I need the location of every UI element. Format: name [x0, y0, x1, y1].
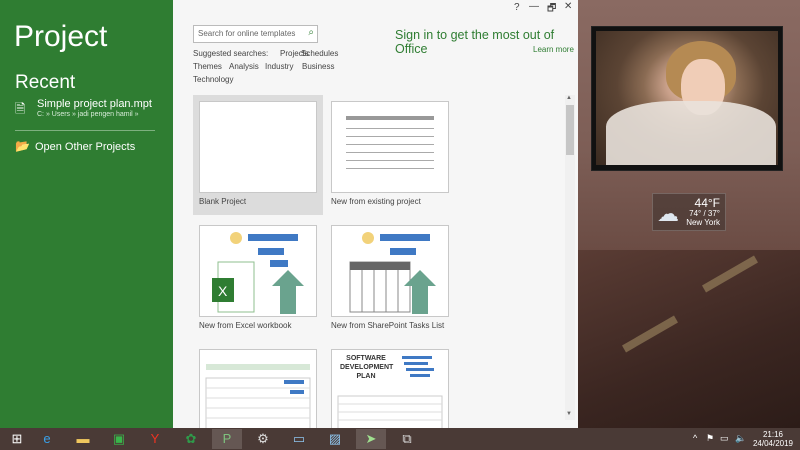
suggested-link-analysis[interactable]: Analysis [229, 62, 259, 71]
bride-photo [596, 31, 778, 165]
learn-more-link[interactable]: Learn more [533, 45, 574, 54]
project-taskbar-icon[interactable]: P [212, 429, 242, 449]
photo-veil [606, 101, 776, 165]
backstage-main: ? — 🗗 ✕ Search for online templates ⌕ Su… [173, 0, 578, 428]
open-other-projects-button[interactable]: 📂 Open Other Projects [15, 139, 135, 153]
gantt-table-icon [205, 364, 311, 428]
template-search-input[interactable]: Search for online templates ⌕ [193, 25, 318, 43]
yandex-browser-icon[interactable]: Y [140, 429, 170, 449]
divider [15, 130, 155, 131]
clock-date: 24/04/2019 [752, 439, 794, 448]
scroll-thumb[interactable] [566, 105, 574, 155]
template-thumbnail [331, 225, 449, 317]
weather-city: New York [686, 218, 720, 227]
search-placeholder: Search for online templates [198, 29, 296, 38]
project-window: Project Recent 🗎 Simple project plan.mpt… [0, 0, 578, 428]
suggested-link-themes[interactable]: Themes [193, 62, 222, 71]
template-label: New from Excel workbook [199, 321, 292, 330]
store-icon[interactable]: ▣ [104, 429, 134, 449]
network-icon[interactable]: ▭ [720, 433, 729, 444]
taskbar: ⊞ e ▬ ▣ Y ✿ P ⚙ ▭ ▨ ➤ ⧉ ^ ⚑ ▭ 🔈 21:16 24… [0, 428, 800, 450]
template-thumbnail: X [199, 225, 317, 317]
template-thumbnail [199, 101, 317, 193]
sharepoint-import-icon [349, 232, 436, 314]
file-explorer-icon[interactable]: ▬ [68, 429, 98, 449]
template-thumbnail [331, 101, 449, 193]
template-blank-project[interactable]: Blank Project [193, 95, 323, 215]
recent-file-item[interactable]: 🗎 Simple project plan.mpt C: » Users » j… [15, 98, 165, 124]
photos-icon[interactable]: ▭ [284, 429, 314, 449]
template-from-excel[interactable]: X New from Excel workbook [193, 219, 323, 339]
desktop-wallpaper-decor [578, 250, 800, 428]
volume-icon[interactable]: 🔈 [735, 433, 746, 444]
show-hidden-icons[interactable]: ^ [693, 433, 697, 443]
photo-widget[interactable] [591, 26, 783, 171]
template-software-development-plan[interactable]: SOFTWARE DEVELOPMENT PLAN [325, 343, 455, 428]
scroll-up-arrow[interactable]: ▲ [566, 95, 572, 101]
suggested-link-technology[interactable]: Technology [193, 75, 233, 84]
green-app-icon[interactable]: ✿ [176, 429, 206, 449]
backstage-sidebar: Project Recent 🗎 Simple project plan.mpt… [0, 0, 173, 428]
template-from-sharepoint[interactable]: New from SharePoint Tasks List [325, 219, 455, 339]
suggested-link-schedules[interactable]: Schedules [301, 49, 338, 58]
start-button[interactable]: ⊞ [2, 429, 32, 449]
suggested-label: Suggested searches: [193, 49, 269, 58]
template-label: New from SharePoint Tasks List [331, 321, 445, 330]
close-button[interactable]: ✕ [564, 1, 572, 12]
cloud-icon: ☁ [657, 201, 679, 226]
suggested-link-business[interactable]: Business [302, 62, 334, 71]
template-gantt[interactable] [193, 343, 323, 428]
weather-temp: 44°F [694, 196, 720, 210]
svg-text:X: X [218, 283, 228, 299]
internet-explorer-icon[interactable]: e [32, 429, 62, 449]
recent-file-name: Simple project plan.mpt [37, 98, 152, 110]
template-label: New from existing project [331, 197, 421, 206]
weather-range: 74° / 37° [689, 209, 720, 218]
weather-widget[interactable]: ☁ 44°F 74° / 37° New York [652, 193, 726, 231]
restore-button[interactable]: 🗗 [547, 1, 556, 18]
template-thumbnail [199, 349, 317, 428]
suggested-link-industry[interactable]: Industry [265, 62, 293, 71]
flag-icon[interactable]: ⚑ [706, 433, 714, 444]
gantt-bars-icon [337, 356, 443, 428]
recent-file-path: C: » Users » jadi pengen hamil » [37, 111, 139, 118]
excel-import-icon: X [212, 232, 304, 314]
settings-icon[interactable]: ⚙ [248, 429, 278, 449]
send-icon[interactable]: ➤ [356, 429, 386, 449]
remote-desktop-icon[interactable]: ⧉ [392, 429, 422, 449]
app-title: Project [14, 20, 108, 53]
scroll-down-arrow[interactable]: ▼ [566, 411, 572, 417]
image-viewer-icon[interactable]: ▨ [320, 429, 350, 449]
template-thumbnail: SOFTWARE DEVELOPMENT PLAN [331, 349, 449, 428]
template-gallery: Blank Project New from existing project [193, 95, 565, 428]
file-icon: 🗎 [15, 101, 26, 116]
search-icon[interactable]: ⌕ [308, 27, 314, 38]
folder-icon: 📂 [15, 139, 30, 153]
template-label: Blank Project [199, 197, 247, 206]
open-other-label: Open Other Projects [34, 141, 136, 153]
document-lines-icon [346, 116, 434, 169]
recent-heading: Recent [15, 72, 76, 93]
clock-time: 21:16 [762, 430, 784, 439]
help-button[interactable]: ? [514, 2, 520, 13]
template-existing-project[interactable]: New from existing project [325, 95, 455, 215]
clock[interactable]: 21:16 24/04/2019 [752, 430, 794, 448]
gallery-scrollbar[interactable]: ▲ ▼ [565, 95, 575, 420]
minimize-button[interactable]: — [529, 1, 539, 12]
